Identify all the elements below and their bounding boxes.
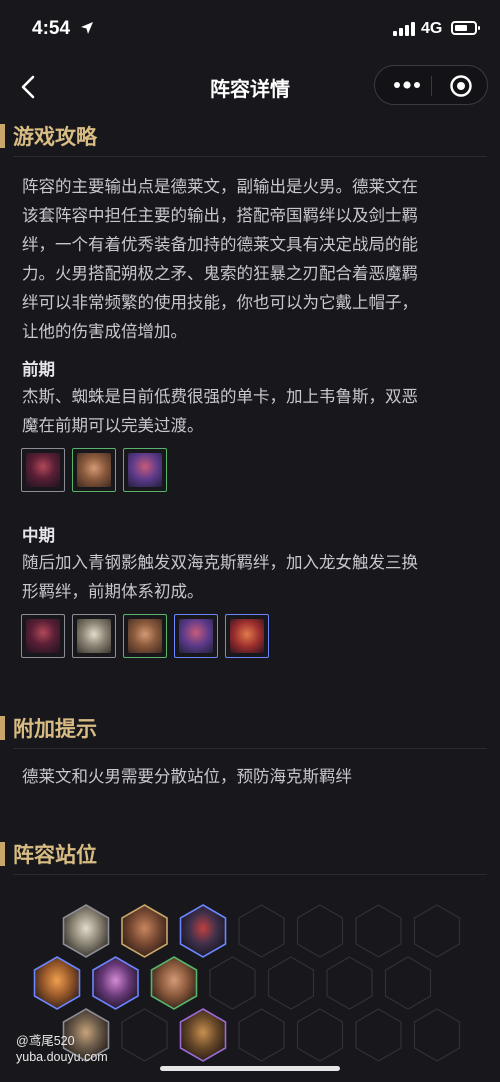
champion-icon[interactable] [225, 614, 269, 658]
watermark: @鸢尾520 yuba.douyu.com [16, 1033, 108, 1065]
hex-cell-champion[interactable] [179, 1008, 227, 1062]
mid-champion-row [21, 614, 281, 660]
strategy-text: 阵容的主要输出点是德莱文，副输出是火男。德莱文在 该套阵容中担任主要的输出，搭配… [22, 172, 480, 346]
hex-cell-empty [384, 956, 432, 1010]
text-line: 魔在前期可以完美过渡。 [22, 416, 204, 435]
text-line: 绊可以非常频繁的使用技能，你也可以为它戴上帽子， [22, 293, 418, 312]
section-strategy-header: 游戏攻略 [0, 120, 500, 157]
tips-text: 德莱文和火男需要分散站位，预防海克斯羁绊 [22, 767, 352, 786]
champion-icon[interactable] [174, 614, 218, 658]
hex-cell-empty [267, 956, 315, 1010]
hex-cell-empty [238, 904, 285, 958]
divider [13, 156, 487, 157]
hex-cell-empty [413, 904, 461, 958]
home-indicator [160, 1066, 340, 1071]
hex-cell-empty [296, 1008, 344, 1062]
text-line: 该套阵容中担任主要的输出，搭配帝国羁绊以及剑士羁 [22, 206, 418, 225]
hex-cell-champion[interactable] [179, 904, 227, 958]
mid-stage-text: 随后加入青钢影触发双海克斯羁绊，加入龙女触发三换 形羁绊，前期体系初成。 [22, 548, 480, 606]
hex-cell-empty [355, 904, 402, 958]
hex-cell-empty [413, 1008, 461, 1062]
section-title: 阵容站位 [13, 843, 97, 867]
champion-icon[interactable] [72, 614, 116, 658]
early-champion-row [21, 448, 171, 494]
text-line: 绊，一个有着优秀装备加持的德莱文具有决定战局的能 [22, 235, 418, 254]
text-line: 阵容的主要输出点是德莱文，副输出是火男。德莱文在 [22, 177, 418, 196]
hex-cell-champion[interactable] [62, 904, 110, 958]
nav-bar: 阵容详情 [0, 60, 500, 112]
mini-program-capsule [374, 65, 488, 105]
location-arrow-icon [81, 22, 93, 34]
mid-stage-label: 中期 [22, 526, 55, 545]
signal-icon [393, 22, 415, 36]
hex-cell-champion[interactable] [92, 956, 139, 1010]
section-positions-header: 阵容站位 [0, 838, 500, 875]
champion-icon[interactable] [123, 614, 167, 658]
hex-cell-empty [296, 904, 344, 958]
champion-icon[interactable] [21, 448, 65, 492]
watermark-site: yuba.douyu.com [16, 1050, 108, 1064]
text-line: 形羁绊，前期体系初成。 [22, 582, 204, 601]
hex-cell-empty [355, 1008, 402, 1062]
hex-cell-champion[interactable] [121, 904, 168, 958]
capsule-divider [431, 76, 432, 96]
hex-cell-empty [238, 1008, 285, 1062]
early-stage-text: 杰斯、蜘蛛是目前低费很强的单卡，加上韦鲁斯，双恶 魔在前期可以完美过渡。 [22, 382, 480, 440]
hex-cell-empty [326, 956, 373, 1010]
hex-cell-empty [121, 1008, 168, 1062]
champion-icon[interactable] [21, 614, 65, 658]
text-line: 力。火男搭配朔极之矛、鬼索的狂暴之刃配合着恶魔羁 [22, 264, 418, 283]
champion-icon[interactable] [123, 448, 167, 492]
section-accent-bar [0, 842, 5, 866]
target-close-icon[interactable] [449, 74, 473, 98]
section-title: 游戏攻略 [13, 125, 97, 149]
section-accent-bar [0, 124, 5, 148]
text-line: 杰斯、蜘蛛是目前低费很强的单卡，加上韦鲁斯，双恶 [22, 387, 418, 406]
hex-cell-champion[interactable] [33, 956, 81, 1010]
section-title: 附加提示 [13, 717, 97, 741]
network-type: 4G [421, 20, 443, 37]
status-time: 4:54 [32, 18, 71, 39]
divider [13, 748, 487, 749]
hex-cell-empty [209, 956, 256, 1010]
section-tips-header: 附加提示 [0, 712, 500, 749]
hex-cell-champion[interactable] [150, 956, 198, 1010]
more-dots-icon[interactable] [393, 78, 421, 92]
status-bar: 4:54 4G [0, 0, 500, 60]
watermark-user: @鸢尾520 [16, 1034, 75, 1048]
champion-icon[interactable] [72, 448, 116, 492]
text-line: 随后加入青钢影触发双海克斯羁绊，加入龙女触发三换 [22, 553, 418, 572]
text-line: 让他的伤害成倍增加。 [22, 322, 187, 341]
divider [13, 874, 487, 875]
battery-icon [451, 21, 480, 35]
section-accent-bar [0, 716, 5, 740]
early-stage-label: 前期 [22, 360, 55, 379]
